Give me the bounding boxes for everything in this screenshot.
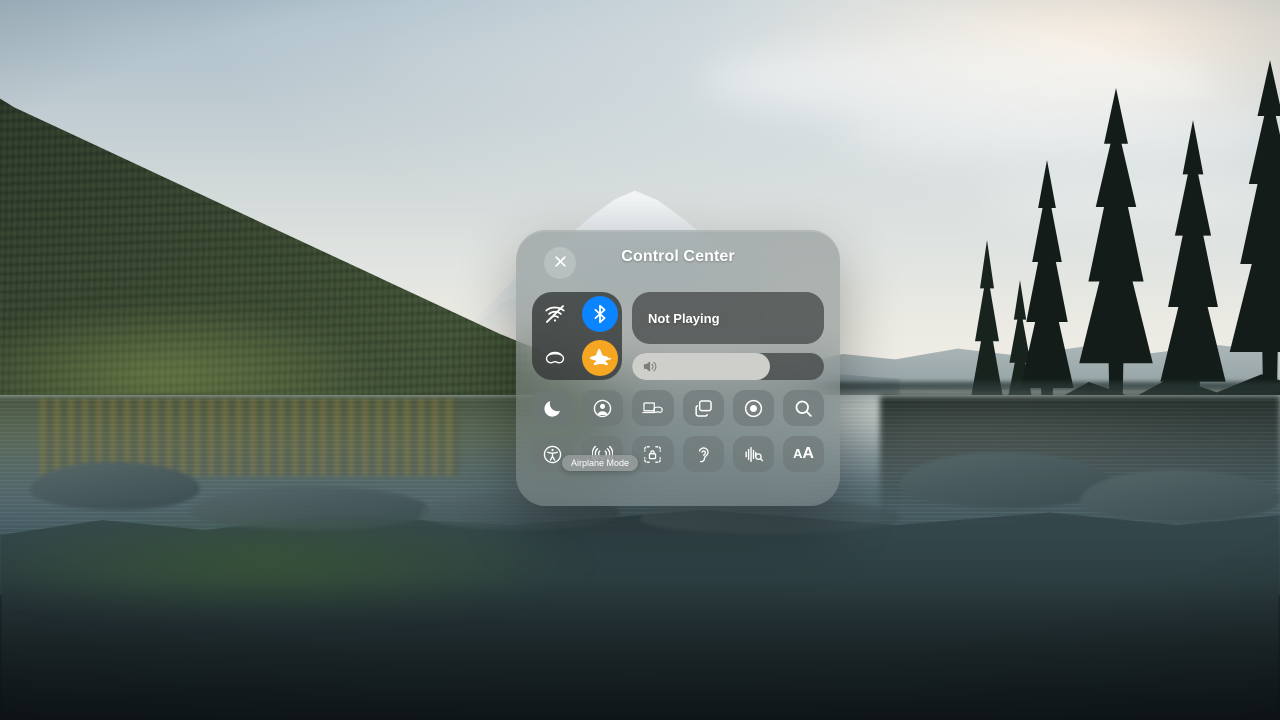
now-playing-status: Not Playing (648, 310, 720, 326)
accessibility-icon (542, 444, 563, 465)
focus-toggle[interactable] (532, 390, 574, 426)
volume-slider[interactable] (632, 353, 824, 380)
mac-virtual-display-toggle[interactable] (632, 390, 674, 426)
mac-virtual-display-icon (642, 398, 664, 419)
top-row: Not Playing (532, 292, 824, 380)
screen-lock-icon (642, 444, 663, 465)
airplane-icon (589, 347, 611, 369)
window-manager-toggle[interactable] (682, 390, 724, 426)
ear-icon (693, 444, 714, 465)
page-title: Control Center (621, 248, 735, 265)
rock (1080, 470, 1280, 522)
cloud (60, 10, 360, 56)
search-icon (793, 398, 814, 419)
persona-toggle[interactable] (582, 390, 624, 426)
control-center-body: Not Playing Airplane Mode AA (516, 292, 840, 472)
airplane-mode-toggle[interactable] (581, 340, 618, 376)
control-center-header: Control Center (516, 230, 840, 292)
bluetooth-toggle[interactable] (581, 296, 618, 332)
text-size-toggle[interactable]: AA (782, 436, 824, 472)
foreground-shadow (0, 580, 1280, 720)
control-center-panel: Control Center Not Playing Airplane Mode… (516, 230, 840, 506)
volume-fill (632, 353, 771, 380)
toggle-grid-row-1 (532, 390, 824, 426)
now-playing-card[interactable]: Not Playing (632, 292, 824, 344)
windows-stack-icon (693, 398, 714, 419)
tooltip: Airplane Mode (562, 455, 639, 471)
rock (30, 462, 200, 510)
rock (900, 452, 1110, 508)
wifi-slash-icon (544, 303, 566, 325)
speaker-wave-icon (643, 360, 659, 374)
record-icon (743, 398, 764, 419)
moon-icon (542, 398, 563, 419)
bluetooth-icon (589, 303, 611, 325)
vision-pro-headset-icon (544, 347, 566, 369)
text-size-icon: AA (793, 445, 814, 462)
sound-recognition-icon (743, 444, 764, 465)
media-column: Not Playing (632, 292, 824, 380)
person-circle-icon (592, 398, 613, 419)
screen-lock-toggle[interactable] (632, 436, 674, 472)
screen-record-toggle[interactable] (732, 390, 774, 426)
vision-pro-toggle[interactable] (537, 340, 573, 376)
sound-recognition-toggle[interactable] (732, 436, 774, 472)
hearing-toggle[interactable] (682, 436, 724, 472)
search-toggle[interactable] (782, 390, 824, 426)
wifi-toggle[interactable] (537, 296, 573, 332)
connectivity-tile (532, 292, 622, 380)
